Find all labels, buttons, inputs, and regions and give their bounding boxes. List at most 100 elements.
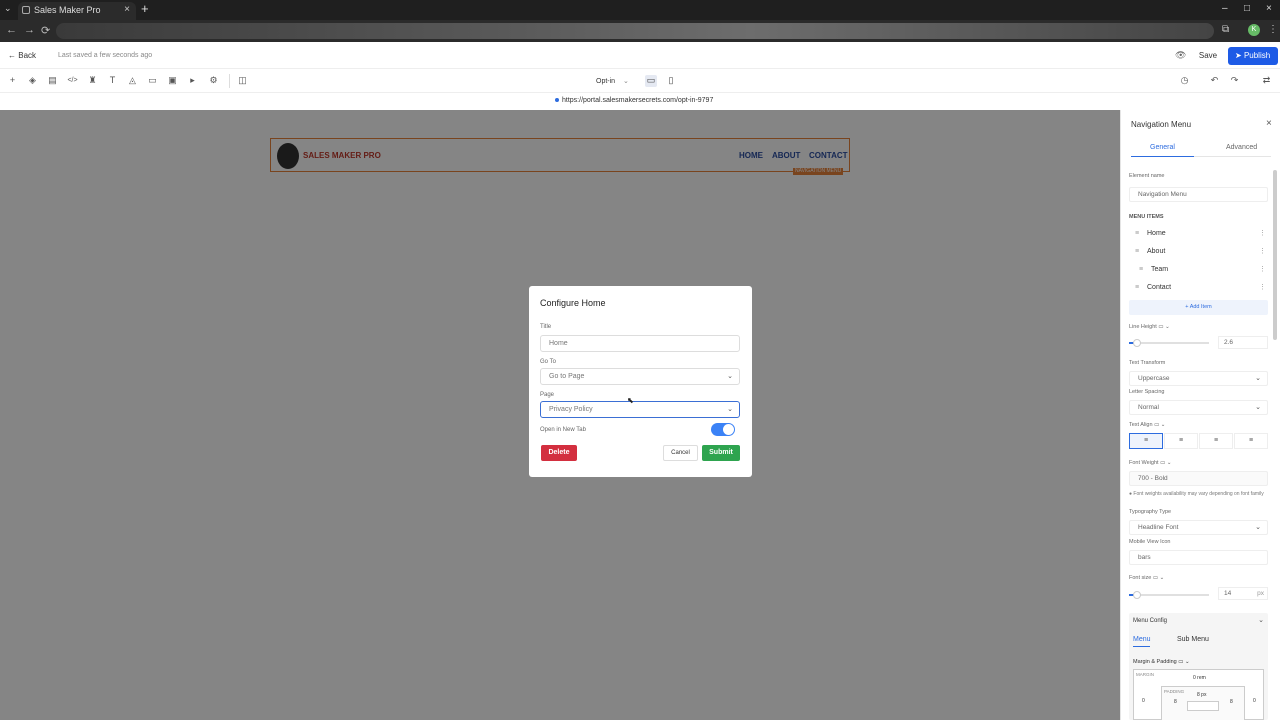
align-center-icon[interactable]: ≡ <box>1164 433 1198 449</box>
browser-forward-icon[interactable]: → <box>24 24 35 36</box>
page-selector-label: Opt-in <box>596 78 616 85</box>
new-tab-button[interactable]: + <box>141 1 149 16</box>
delete-button[interactable]: Delete <box>541 445 577 461</box>
browser-back-icon[interactable]: ← <box>6 24 17 36</box>
slider-thumb[interactable] <box>1133 339 1141 347</box>
text-transform-select[interactable]: Uppercase ⌄ <box>1129 371 1268 386</box>
page-url[interactable]: https://portal.salesmakersecrets.com/opt… <box>555 97 713 104</box>
add-item-button[interactable]: + Add Item <box>1129 300 1268 315</box>
margin-top-value[interactable]: 0 rem <box>1193 675 1206 681</box>
code-icon[interactable]: </> <box>67 75 78 86</box>
minimize-icon[interactable]: – <box>1222 3 1228 14</box>
back-button[interactable]: ← Back <box>8 51 36 60</box>
drag-handle-icon[interactable]: ≡ <box>1135 244 1139 260</box>
page-select[interactable]: Privacy Policy ⌄ <box>540 401 740 418</box>
font-size-input[interactable]: 14 px <box>1218 587 1268 600</box>
submit-button[interactable]: Submit <box>702 445 740 461</box>
tab-close-icon[interactable]: × <box>124 2 130 18</box>
menu-item-label: Home <box>1147 230 1166 237</box>
menu-config-title[interactable]: Menu Config <box>1133 618 1167 624</box>
page-label: Page <box>540 392 555 398</box>
layout-icon[interactable]: ▭ <box>147 75 158 86</box>
paint-icon[interactable]: ♜ <box>87 75 98 86</box>
reload-icon[interactable]: ⟳ <box>41 24 50 37</box>
columns-icon[interactable]: ◫ <box>237 75 248 86</box>
panel-scrollbar[interactable] <box>1273 170 1277 340</box>
panel-settings-icon[interactable]: ⇄ <box>1261 75 1272 86</box>
page-url-bar: https://portal.salesmakersecrets.com/opt… <box>0 93 1280 110</box>
browser-tab[interactable]: Sales Maker Pro × <box>18 2 136 20</box>
drag-handle-icon[interactable]: ≡ <box>1139 262 1143 278</box>
padding-label: PADDING <box>1164 689 1185 694</box>
pages-icon[interactable]: ▤ <box>47 75 58 86</box>
goto-select[interactable]: Go to Page ⌄ <box>540 368 740 385</box>
title-input[interactable]: Home <box>540 335 740 352</box>
close-icon[interactable]: × <box>1266 118 1272 129</box>
drag-handle-icon[interactable]: ≡ <box>1135 280 1139 296</box>
undo-icon[interactable]: ↶ <box>1209 75 1220 86</box>
tab-general[interactable]: General <box>1150 144 1175 151</box>
font-size-slider[interactable] <box>1129 591 1209 599</box>
more-icon[interactable]: ⋮ <box>1259 226 1266 242</box>
align-right-icon[interactable]: ≡ <box>1199 433 1233 449</box>
menu-item-home[interactable]: ≡ Home ⋮ <box>1129 226 1268 242</box>
mobile-icon-label: Mobile View Icon <box>1129 539 1171 545</box>
shapes-icon[interactable]: ◬ <box>127 75 138 86</box>
subtab-menu[interactable]: Menu <box>1133 636 1151 643</box>
subtab-active-indicator <box>1133 646 1150 647</box>
window-close-icon[interactable]: × <box>1266 3 1272 14</box>
status-dot-icon <box>555 98 559 103</box>
drag-handle-icon[interactable]: ≡ <box>1135 226 1139 242</box>
margin-left-value[interactable]: 0 <box>1142 698 1145 704</box>
tab-search-icon[interactable]: ⌄ <box>4 3 12 14</box>
desktop-view-icon[interactable]: ▭ <box>645 75 657 87</box>
more-icon[interactable]: ⋮ <box>1259 244 1266 260</box>
page-selector[interactable]: Opt-in ⌄ <box>596 77 629 85</box>
mobile-icon-input[interactable]: bars <box>1129 550 1268 565</box>
padding-top-value[interactable]: 8 px <box>1197 692 1206 698</box>
chevron-down-icon[interactable]: ⌄ <box>1258 616 1264 624</box>
cancel-button[interactable]: Cancel <box>663 445 698 461</box>
line-height-input[interactable]: 2.6 <box>1218 336 1268 349</box>
padding-right-value[interactable]: 8 <box>1230 699 1233 705</box>
layers-icon[interactable]: ◈ <box>27 75 38 86</box>
padding-left-value[interactable]: 8 <box>1174 699 1177 705</box>
form-icon[interactable]: ▣ <box>167 75 178 86</box>
align-left-icon[interactable]: ≡ <box>1129 433 1163 449</box>
more-icon[interactable]: ⋮ <box>1259 280 1266 296</box>
info-icon: ● <box>1129 491 1133 497</box>
goto-label: Go To <box>540 359 556 365</box>
new-tab-toggle[interactable] <box>711 423 735 436</box>
desktop-icon: ▭ ⌄ <box>1152 575 1165 581</box>
redo-icon[interactable]: ↷ <box>1229 75 1240 86</box>
menu-item-team[interactable]: ≡ Team ⋮ <box>1129 262 1268 278</box>
address-bar[interactable] <box>56 23 1214 39</box>
align-justify-icon[interactable]: ≡ <box>1234 433 1268 449</box>
mobile-view-icon[interactable]: ▯ <box>665 75 677 87</box>
profile-avatar[interactable]: K <box>1248 24 1260 36</box>
browser-menu-icon[interactable]: ⋮ <box>1268 24 1278 35</box>
subtab-sub-menu[interactable]: Sub Menu <box>1177 636 1209 643</box>
letter-spacing-select[interactable]: Normal ⌄ <box>1129 400 1268 415</box>
menu-item-about[interactable]: ≡ About ⋮ <box>1129 244 1268 260</box>
element-name-input[interactable]: Navigation Menu <box>1129 187 1268 202</box>
tab-advanced[interactable]: Advanced <box>1226 144 1257 151</box>
typography-select[interactable]: Headline Font ⌄ <box>1129 520 1268 535</box>
extensions-icon[interactable]: ⧉ <box>1222 24 1229 35</box>
slider-thumb[interactable] <box>1133 591 1141 599</box>
font-weight-select[interactable]: 700 - Bold <box>1129 471 1268 486</box>
settings-icon[interactable]: ⚙ <box>208 75 219 86</box>
text-icon[interactable]: T <box>107 75 118 86</box>
terminal-icon[interactable]: ▸ <box>187 75 198 86</box>
margin-right-value[interactable]: 0 <box>1253 698 1256 704</box>
menu-item-contact[interactable]: ≡ Contact ⋮ <box>1129 280 1268 296</box>
history-icon[interactable]: ◷ <box>1179 75 1190 86</box>
add-icon[interactable]: + <box>7 75 18 86</box>
save-button[interactable]: Save <box>1194 48 1222 64</box>
preview-eye-icon[interactable]: 👁 <box>1175 50 1186 61</box>
more-icon[interactable]: ⋮ <box>1259 262 1266 278</box>
maximize-icon[interactable]: □ <box>1244 3 1250 14</box>
page-url-text: https://portal.salesmakersecrets.com/opt… <box>562 97 714 104</box>
publish-button[interactable]: ➤ Publish <box>1228 47 1278 65</box>
line-height-slider[interactable] <box>1129 339 1209 347</box>
